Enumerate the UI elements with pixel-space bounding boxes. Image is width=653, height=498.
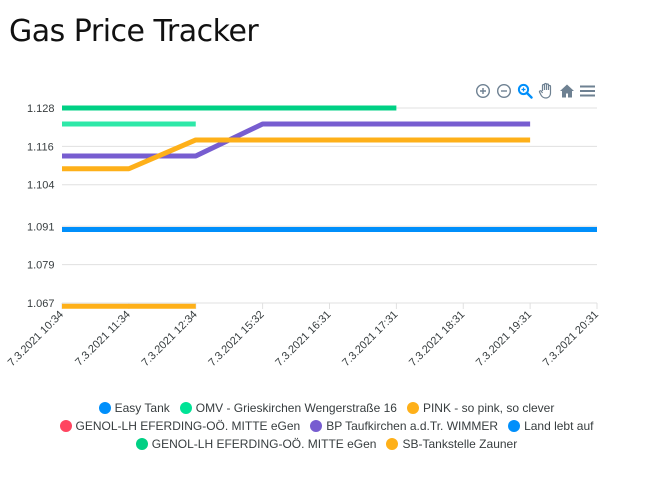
x-tick-label: 7.3.2021 10:34: [6, 309, 66, 369]
x-tick-label: 7.3.2021 20:31: [541, 309, 601, 369]
legend-item[interactable]: BP Taufkirchen a.d.Tr. WIMMER: [310, 419, 498, 433]
legend-marker: [98, 402, 111, 414]
legend-label: Easy Tank: [114, 401, 170, 415]
legend-row: Easy Tank OMV - Grieskirchen Wengerstraße…: [0, 399, 653, 417]
y-tick-label: 1.116: [27, 141, 54, 153]
y-tick-label: 1.104: [27, 180, 55, 192]
legend-row: GENOL-LH EFERDING-OÖ. MITTE eGen BP Taufk…: [0, 417, 653, 435]
series-lines: [62, 105, 597, 309]
y-tick-label: 1.079: [27, 260, 55, 272]
legend-label: GENOL-LH EFERDING-OÖ. MITTE eGen: [151, 437, 377, 451]
legend-label: GENOL-LH EFERDING-OÖ. MITTE eGen: [75, 419, 301, 433]
legend-label: Land lebt auf: [524, 419, 594, 433]
x-tick-label: 7.3.2021 12:34: [139, 309, 199, 369]
legend-item[interactable]: GENOL-LH EFERDING-OÖ. MITTE eGen: [135, 437, 377, 451]
x-tick-label: 7.3.2021 19:31: [474, 309, 534, 369]
legend-label: BP Taufkirchen a.d.Tr. WIMMER: [326, 419, 499, 433]
y-tick-label: 1.091: [27, 221, 55, 233]
legend-marker: [59, 420, 72, 432]
legend-marker: [179, 402, 192, 414]
legend-item[interactable]: OMV - Grieskirchen Wengerstraße 16: [179, 401, 397, 415]
chart-legend: Easy Tank OMV - Grieskirchen Wengerstraße…: [0, 399, 653, 453]
y-tick-label: 1.128: [27, 103, 55, 115]
x-tick-label: 7.3.2021 17:31: [340, 309, 400, 369]
legend-item[interactable]: GENOL-LH EFERDING-OÖ. MITTE eGen: [59, 419, 301, 433]
y-axis-ticks: 1.128 1.116 1.104 1.091 1.079 1.067: [27, 103, 55, 310]
legend-label: SB-Tankstelle Zauner: [402, 437, 518, 451]
x-tick-label: 7.3.2021 18:31: [407, 309, 467, 369]
legend-marker: [310, 420, 323, 432]
legend-label: OMV - Grieskirchen Wengerstraße 16: [195, 401, 397, 415]
legend-marker: [406, 402, 419, 414]
legend-row: GENOL-LH EFERDING-OÖ. MITTE eGen SB-Tanks…: [0, 435, 653, 453]
x-axis-ticks: 7.3.2021 10:34 7.3.2021 11:34 7.3.2021 12:…: [6, 303, 601, 369]
legend-item[interactable]: PINK - so pink, so clever: [406, 401, 555, 415]
x-tick-label: 7.3.2021 16:31: [273, 309, 333, 369]
legend-item[interactable]: SB-Tankstelle Zauner: [386, 437, 517, 451]
legend-item[interactable]: Easy Tank: [98, 401, 170, 415]
x-tick-label: 7.3.2021 15:32: [206, 309, 266, 369]
legend-marker: [508, 420, 521, 432]
legend-item[interactable]: Land lebt auf: [508, 419, 593, 433]
grid-lines: [62, 107, 597, 304]
y-tick-label: 1.067: [27, 298, 55, 310]
line-chart: 1.128 1.116 1.104 1.091 1.079 1.067 7.3.2021 …: [6, 103, 601, 369]
x-tick-label: 7.3.2021 11:34: [73, 309, 133, 369]
legend-label: PINK - so pink, so clever: [422, 401, 555, 415]
legend-marker: [135, 438, 148, 450]
legend-marker: [386, 438, 399, 450]
